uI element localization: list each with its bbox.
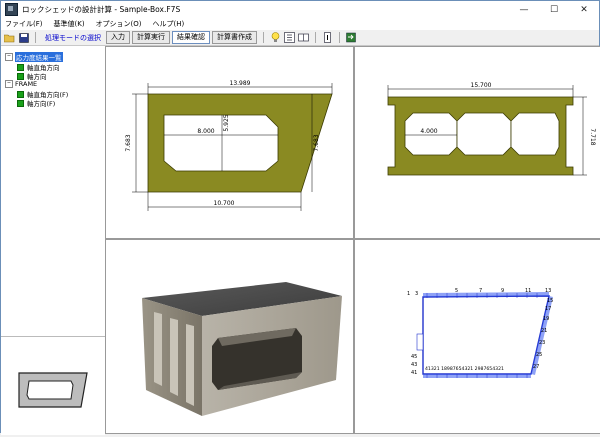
- bottom-node-labels: 41321 18987654321 2987654321: [425, 366, 504, 372]
- application-window: ロックシェッドの設計計算 - Sample-Box.F7S — ☐ ✕ ファイル…: [0, 0, 600, 435]
- node-label: 27: [533, 364, 539, 370]
- 3d-view-pane[interactable]: [105, 239, 354, 434]
- node-label: 7: [479, 288, 482, 294]
- frame-member: [422, 295, 550, 375]
- node-label: 15: [547, 298, 553, 304]
- tree-item-label: 応力度結果一覧: [15, 52, 63, 62]
- result-tree: − 応力度結果一覧 軸直角方向 軸方向 − FRAME 軸直角方向(F) 軸方向…: [1, 46, 106, 336]
- side-pier-2: [170, 318, 178, 396]
- toolbar-separator: [339, 32, 340, 43]
- tree-item-stress-summary[interactable]: − 応力度結果一覧: [5, 52, 63, 62]
- section-thumbnail: [1, 336, 105, 435]
- tree-item-axial-frame[interactable]: 軸方向(F): [17, 98, 55, 108]
- close-button[interactable]: ✕: [569, 1, 599, 18]
- open-folder-icon[interactable]: [4, 32, 15, 43]
- side-section-drawing: 15.700 4.000 7.718: [387, 82, 596, 176]
- dim-inner-height: 5.925: [223, 114, 230, 131]
- node-label: 21: [541, 328, 547, 334]
- minimize-button[interactable]: —: [509, 1, 539, 18]
- mode-select-label: 処理モードの選択: [45, 33, 101, 42]
- collapse-toggle-icon[interactable]: −: [5, 53, 13, 61]
- collapse-toggle-icon[interactable]: −: [5, 80, 13, 88]
- node-label: 1: [407, 291, 410, 297]
- node-label: 11: [525, 288, 531, 294]
- side-pier-3: [186, 324, 194, 406]
- side-view-pane[interactable]: 15.700 4.000 7.718: [354, 46, 600, 239]
- dim-total-width: 15.700: [471, 82, 492, 89]
- leaf-node-icon: [17, 72, 24, 80]
- maximize-button[interactable]: ☐: [539, 1, 569, 18]
- toolbar-separator: [263, 32, 264, 43]
- tab-result-check[interactable]: 結果確認: [172, 31, 210, 44]
- node-label: 17: [545, 306, 551, 312]
- layout-icon[interactable]: [298, 32, 309, 43]
- front-section-drawing: 13.989 8.000 5.925 7.683 7.683 10.700: [125, 80, 333, 211]
- dim-span: 4.000: [420, 128, 437, 135]
- export-icon[interactable]: [346, 32, 357, 43]
- info-icon[interactable]: [322, 32, 333, 43]
- dim-top-width: 13.989: [230, 80, 251, 87]
- support-node-left: [416, 333, 424, 351]
- menu-help[interactable]: ヘルプ(H): [153, 19, 185, 29]
- culvert-opening: [163, 114, 279, 172]
- menu-standards[interactable]: 基準値(K): [54, 19, 85, 29]
- lightbulb-icon[interactable]: [270, 32, 281, 43]
- frame-view-pane[interactable]: 1 3 5 7 9 11 13 45 43 41 15 17 19 21 23 …: [354, 239, 600, 434]
- leaf-node-icon: [17, 99, 24, 107]
- bay-opening-3: [510, 112, 560, 156]
- grid-view-icon[interactable]: [284, 32, 295, 43]
- dim-left-height: 7.683: [125, 134, 132, 151]
- node-label: 3: [415, 291, 418, 297]
- tab-calc-run[interactable]: 計算実行: [132, 31, 170, 44]
- leaf-node-icon: [17, 63, 24, 71]
- dim-height: 7.718: [589, 128, 596, 145]
- menu-file[interactable]: ファイル(F): [5, 19, 43, 29]
- tree-item-label: 軸方向(F): [27, 100, 56, 108]
- section-thumbnail-graphic: [18, 372, 88, 408]
- node-label: 13: [545, 288, 551, 294]
- menu-options[interactable]: オプション(O): [96, 19, 142, 29]
- node-label: 43: [411, 362, 417, 368]
- bay-opening-2: [456, 112, 512, 156]
- toolbar: 処理モードの選択 入力 計算実行 結果確認 計算書作成: [1, 30, 599, 46]
- node-label: 5: [455, 288, 458, 294]
- tab-report-create[interactable]: 計算書作成: [212, 31, 257, 44]
- node-label: 25: [536, 352, 542, 358]
- node-label: 41: [411, 370, 417, 376]
- side-pier-1: [154, 312, 162, 386]
- tab-input[interactable]: 入力: [106, 31, 130, 44]
- app-icon: [5, 3, 18, 16]
- node-label: 45: [411, 354, 417, 360]
- 3d-model-render: [142, 282, 342, 416]
- menu-bar: ファイル(F) 基準値(K) オプション(O) ヘルプ(H): [1, 18, 599, 30]
- dim-inner-width: 8.000: [197, 128, 214, 135]
- node-label: 9: [501, 288, 504, 294]
- tree-item-frame[interactable]: − FRAME: [5, 80, 37, 88]
- toolbar-separator: [35, 32, 36, 43]
- save-icon[interactable]: [18, 32, 29, 43]
- title-bar: ロックシェッドの設計計算 - Sample-Box.F7S — ☐ ✕: [1, 1, 599, 18]
- dim-bottom-width: 10.700: [214, 200, 235, 207]
- front-view-pane[interactable]: 13.989 8.000 5.925 7.683 7.683 10.700: [105, 46, 354, 239]
- dim-right-height: 7.683: [313, 134, 320, 151]
- tree-item-label: FRAME: [15, 80, 38, 88]
- window-controls: — ☐ ✕: [509, 1, 599, 18]
- node-label: 23: [539, 340, 545, 346]
- node-label: 19: [543, 316, 549, 322]
- toolbar-separator: [315, 32, 316, 43]
- leaf-node-icon: [17, 90, 24, 98]
- window-title: ロックシェッドの設計計算 - Sample-Box.F7S: [22, 5, 181, 14]
- frame-model-drawing: 1 3 5 7 9 11 13 45 43 41 15 17 19 21 23 …: [407, 288, 553, 378]
